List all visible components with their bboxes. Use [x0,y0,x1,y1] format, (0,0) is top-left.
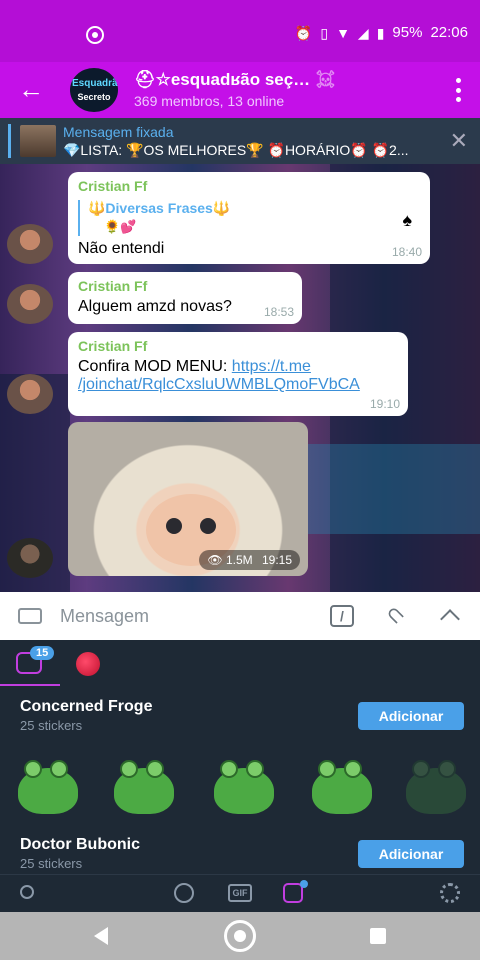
add-pack-button[interactable]: Adicionar [358,840,464,868]
tab-indicator [0,684,60,686]
message-time: 19:15 [261,553,292,567]
message-bubble[interactable]: Cristian Ff 🔱Diversas Frases🔱 🌻💕 ♠ Não e… [68,172,430,264]
sticker-frog[interactable] [206,754,282,816]
sticker-badge: 15 [30,646,55,660]
message-time: 19:10 [369,397,400,411]
reply-title: 🔱Diversas Frases🔱 [88,200,231,216]
message-bubble[interactable]: Cristian Ff Alguem amzd novas? 18:53 [68,272,302,324]
reply-body: 🌻💕 [104,219,137,234]
cherry-icon[interactable] [76,652,100,676]
message-text: Confira MOD MENU: https://t.me /joinchat… [78,358,360,393]
gif-icon[interactable]: GIF [228,884,252,902]
message-time: 18:40 [391,245,422,259]
sender-avatar[interactable] [7,538,53,578]
sticker-frog[interactable] [10,754,86,816]
sender-avatar[interactable] [7,284,53,324]
paperclip-icon[interactable]: ⊂ [380,599,411,630]
battery-level: 95% [392,24,423,41]
avatar-text-line1: Esquadrão [72,78,118,89]
clock: 22:06 [430,24,468,41]
message-bubble[interactable]: Cristian Ff Confira MOD MENU: https://t.… [68,332,408,416]
sticker-frog[interactable] [106,754,182,816]
pack-count: 25 stickers [20,856,83,871]
photo-message[interactable]: 👁 1.5M 19:15 [68,422,308,576]
pinned-text: 💎LISTA: 🏆OS MELHORES🏆 ⏰HORÁRIO⏰ ⏰2... [63,142,409,158]
chat-header: ← Esquadrão Secreto ⛑☆esquadʁão seç… ☠ 3… [0,62,480,118]
nav-back-icon[interactable] [94,927,108,945]
pinned-thumbnail [20,125,56,157]
chat-area[interactable]: Cristian Ff 🔱Diversas Frases🔱 🌻💕 ♠ Não e… [0,164,480,592]
search-icon[interactable] [20,885,34,899]
add-pack-button[interactable]: Adicionar [358,702,464,730]
status-icons: ⏰ ▯ ▼ ◢ ▮ 95% 22:06 [295,24,468,41]
message-input[interactable]: Mensagem [60,606,149,627]
panel-toolbar: GIF [0,874,480,912]
signal-icon: ◢ [357,24,369,41]
status-bar: ⏰ ▯ ▼ ◢ ▮ 95% 22:06 [0,0,480,62]
message-author[interactable]: Cristian Ff [78,278,292,294]
keyboard-icon[interactable] [18,608,42,624]
system-nav-bar [0,912,480,960]
battery-icon: ▮ [376,24,385,41]
title-emoji: ☠ [314,70,337,89]
wifi-icon: ▼ [336,24,350,41]
sender-avatar[interactable] [7,224,53,264]
vibrate-icon: ▯ [320,24,329,41]
gear-icon[interactable] [440,883,460,903]
message-composer: Mensagem / ⊂ [0,592,480,640]
close-icon[interactable]: ✕ [450,128,468,154]
sticker-frog[interactable] [398,754,474,816]
alarm-icon: ⏰ [294,24,313,41]
back-arrow-icon[interactable]: ← [18,76,46,104]
message-author[interactable]: Cristian Ff [78,178,420,194]
invite-link[interactable]: https://t.me [232,358,311,375]
sticker-frog[interactable] [304,754,380,816]
nav-recents-icon[interactable] [370,928,386,944]
message-text: Alguem amzd novas? [78,298,232,315]
message-author[interactable]: Cristian Ff [78,338,398,354]
pack-count: 25 stickers [20,718,83,733]
avatar-text-line2: Secreto [77,92,111,102]
sticker-panel: 15 Concerned Froge 25 stickers Adicionar… [0,640,480,874]
group-title[interactable]: ⛑☆esquadʁão seç… ☠ [134,70,337,90]
group-avatar[interactable]: Esquadrão Secreto [70,68,118,112]
nav-home-icon[interactable] [224,920,256,952]
message-text: Não entendi [78,240,165,257]
group-subtitle: 369 membros, 13 online [134,93,285,109]
spade-icon: ♠ [402,210,412,230]
pinned-title: Mensagem fixada [63,124,174,140]
pack-title: Doctor Bubonic [20,836,140,853]
sender-avatar[interactable] [7,374,53,414]
bot-command-icon[interactable]: / [330,605,354,627]
view-count: 1.5M [225,553,253,567]
emoji-icon[interactable] [174,883,194,903]
sticker-dot [300,880,308,888]
photo-stats: 👁 1.5M 19:15 [199,550,300,570]
whatsapp-icon [86,26,104,44]
invite-link-cont[interactable]: /joinchat/RqlcCxsluUWMBLQmoFVbCA [78,376,360,393]
chevron-up-icon[interactable] [440,606,460,626]
pinned-bar [8,124,11,158]
eye-icon: 👁 [207,553,223,567]
more-options-icon[interactable] [456,78,462,102]
sticker-tabs: 15 [0,640,480,686]
pack-title: Concerned Froge [20,698,153,715]
message-time: 18:53 [263,305,294,319]
reply-quote[interactable]: 🔱Diversas Frases🔱 🌻💕 ♠ [78,200,420,236]
pinned-message[interactable]: Mensagem fixada 💎LISTA: 🏆OS MELHORES🏆 ⏰H… [0,118,480,164]
